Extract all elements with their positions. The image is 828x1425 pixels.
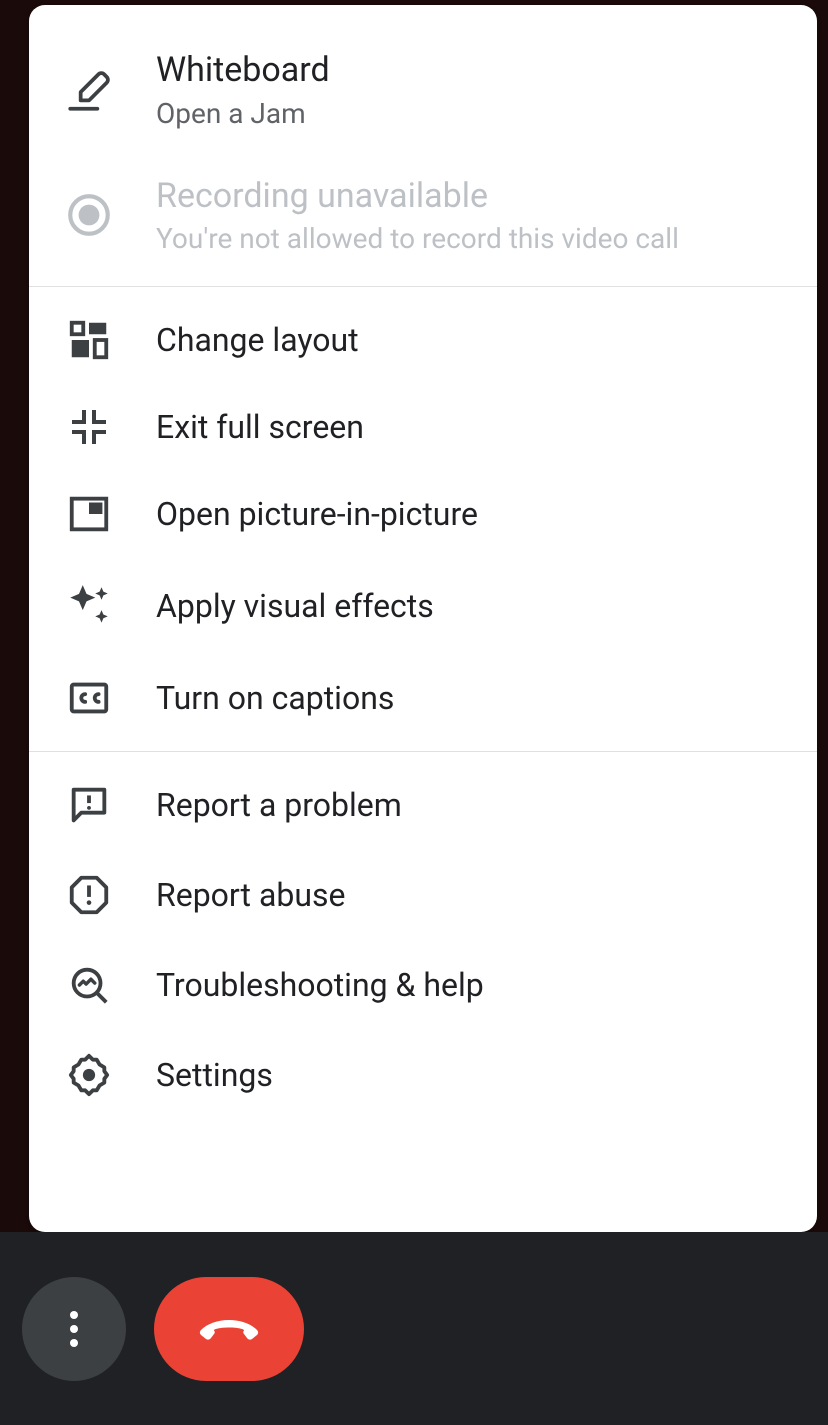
exit-fullscreen-label: Exit full screen	[156, 407, 364, 447]
troubleshooting-label: Troubleshooting & help	[156, 965, 484, 1005]
captions-label: Turn on captions	[156, 678, 394, 718]
menu-item-captions[interactable]: Turn on captions	[29, 653, 817, 743]
whiteboard-subtext: Open a Jam	[156, 96, 330, 131]
call-controls-bar	[0, 1232, 828, 1425]
hang-up-icon	[199, 1314, 259, 1344]
closed-captions-icon	[61, 675, 116, 721]
whiteboard-title: Whiteboard	[156, 49, 330, 92]
change-layout-label: Change layout	[156, 320, 359, 360]
whiteboard-icon	[61, 65, 116, 115]
settings-label: Settings	[156, 1055, 273, 1095]
menu-item-report-problem[interactable]: Report a problem	[29, 760, 817, 850]
recording-subtext: You're not allowed to record this video …	[156, 221, 679, 256]
menu-item-troubleshooting[interactable]: Troubleshooting & help	[29, 940, 817, 1030]
report-abuse-icon	[61, 872, 116, 918]
menu-item-report-abuse[interactable]: Report abuse	[29, 850, 817, 940]
menu-divider	[29, 286, 817, 287]
report-problem-icon	[61, 782, 116, 828]
recording-title: Recording unavailable	[156, 175, 679, 218]
menu-item-settings[interactable]: Settings	[29, 1030, 817, 1120]
menu-item-picture-in-picture[interactable]: Open picture-in-picture	[29, 469, 817, 559]
layout-icon	[61, 317, 116, 363]
report-abuse-label: Report abuse	[156, 875, 345, 915]
menu-item-visual-effects[interactable]: Apply visual effects	[29, 559, 817, 653]
menu-item-change-layout[interactable]: Change layout	[29, 295, 817, 385]
more-options-menu: Whiteboard Open a Jam Recording unavaila…	[29, 5, 817, 1232]
hang-up-button[interactable]	[154, 1277, 304, 1381]
report-problem-label: Report a problem	[156, 785, 402, 825]
troubleshooting-icon	[61, 962, 116, 1008]
menu-item-recording: Recording unavailable You're not allowed…	[29, 153, 817, 279]
menu-divider-2	[29, 751, 817, 752]
picture-in-picture-icon	[61, 491, 116, 537]
more-vert-icon	[70, 1309, 78, 1349]
visual-effects-icon	[61, 581, 116, 631]
menu-item-whiteboard[interactable]: Whiteboard Open a Jam	[29, 27, 817, 153]
settings-icon	[61, 1052, 116, 1098]
pip-label: Open picture-in-picture	[156, 494, 478, 534]
visual-effects-label: Apply visual effects	[156, 586, 434, 626]
menu-item-exit-fullscreen[interactable]: Exit full screen	[29, 385, 817, 469]
exit-fullscreen-icon	[61, 407, 116, 447]
record-icon	[61, 190, 116, 240]
more-options-button[interactable]	[22, 1277, 126, 1381]
